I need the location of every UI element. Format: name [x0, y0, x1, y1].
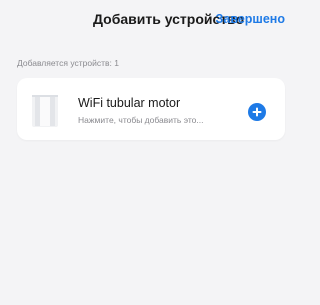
plus-circle-icon [252, 107, 262, 117]
device-card[interactable]: WiFi tubular motor Нажмите, чтобы добави… [17, 78, 285, 140]
tubular-motor-device-icon [30, 94, 60, 128]
done-button[interactable]: Завершено [216, 12, 285, 26]
header-bar: Добавить устройство Завершено [0, 0, 291, 38]
device-name: WiFi tubular motor [78, 96, 181, 110]
devices-count-label: Добавляется устройств: 1 [17, 58, 119, 68]
device-add-hint: Нажмите, чтобы добавить это... [78, 115, 204, 125]
add-device-button[interactable] [248, 103, 266, 121]
